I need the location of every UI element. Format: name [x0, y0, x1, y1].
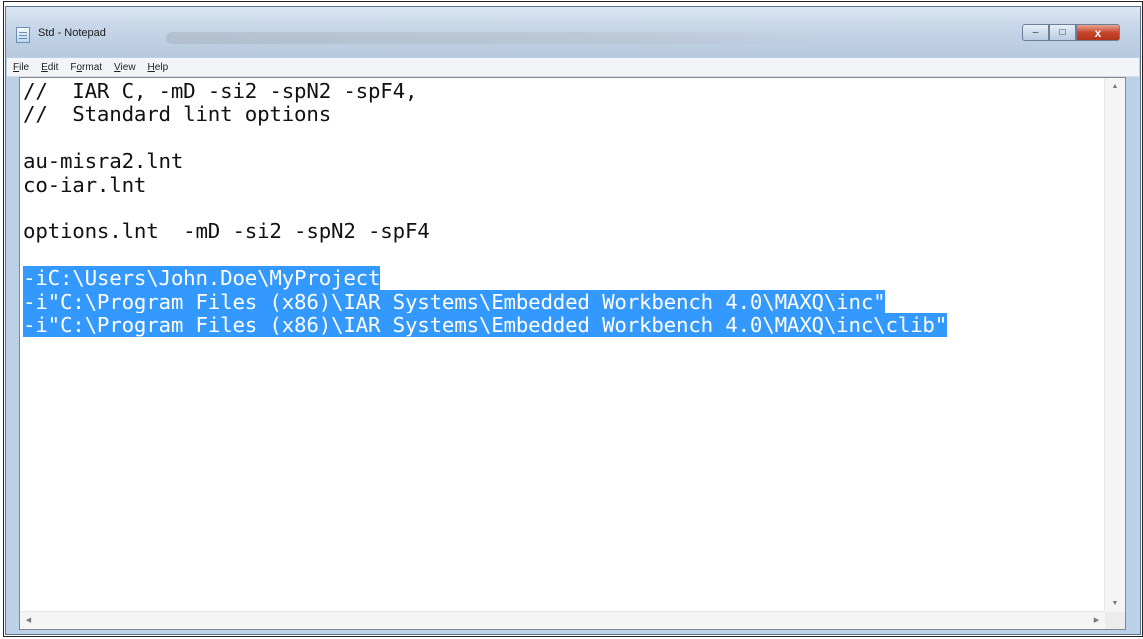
text-line: [23, 197, 1103, 220]
menu-edit[interactable]: Edit: [41, 62, 58, 73]
close-icon: x: [1094, 25, 1102, 40]
selected-text-line: -i"C:\Program Files (x86)\IAR Systems\Em…: [23, 289, 886, 314]
title-bar[interactable]: Std - Notepad – □ x: [6, 7, 1140, 57]
minimize-icon: –: [1032, 26, 1039, 38]
scroll-right-icon[interactable]: ▶: [1088, 612, 1105, 629]
notepad-window: Std - Notepad – □ x File Edit Format Vie…: [5, 6, 1141, 635]
close-button[interactable]: x: [1076, 24, 1120, 41]
scrollbar-corner: [1105, 612, 1125, 629]
selected-text-line: -iC:\Users\John.Doe\MyProject: [23, 266, 381, 291]
notepad-icon[interactable]: [16, 27, 30, 43]
menu-format[interactable]: Format: [70, 62, 102, 73]
text-line: [23, 127, 1103, 150]
maximize-button[interactable]: □: [1049, 24, 1076, 41]
text-line: au-misra2.lnt: [23, 149, 184, 174]
editor-text-area[interactable]: // IAR C, -mD -si2 -spN2 -spF4, // Stand…: [23, 80, 1103, 611]
minimize-button[interactable]: –: [1022, 24, 1049, 41]
window-title: Std - Notepad: [38, 27, 106, 39]
scroll-down-icon[interactable]: ▼: [1105, 595, 1125, 612]
scroll-up-icon[interactable]: ▲: [1105, 78, 1125, 95]
horizontal-scrollbar[interactable]: ◀ ▶: [20, 611, 1105, 629]
text-line: [23, 244, 1103, 267]
menu-help[interactable]: Help: [148, 62, 169, 73]
text-line: options.lnt -mD -si2 -spN2 -spF4: [23, 219, 430, 244]
text-line: // Standard lint options: [23, 102, 332, 127]
text-line: co-iar.lnt: [23, 172, 147, 197]
selected-text-line: -i"C:\Program Files (x86)\IAR Systems\Em…: [23, 312, 948, 337]
maximize-icon: □: [1059, 26, 1066, 38]
blurred-title-region: [166, 32, 826, 44]
text-line: // IAR C, -mD -si2 -spN2 -spF4,: [23, 80, 418, 103]
menu-file[interactable]: File: [13, 62, 29, 73]
menu-bar: File Edit Format View Help: [7, 58, 1139, 77]
window-controls: – □ x: [1022, 24, 1120, 41]
scroll-left-icon[interactable]: ◀: [20, 612, 37, 629]
vertical-scrollbar[interactable]: ▲ ▼: [1104, 78, 1125, 612]
text-editor[interactable]: // IAR C, -mD -si2 -spN2 -spF4, // Stand…: [19, 77, 1126, 630]
menu-view[interactable]: View: [114, 62, 136, 73]
